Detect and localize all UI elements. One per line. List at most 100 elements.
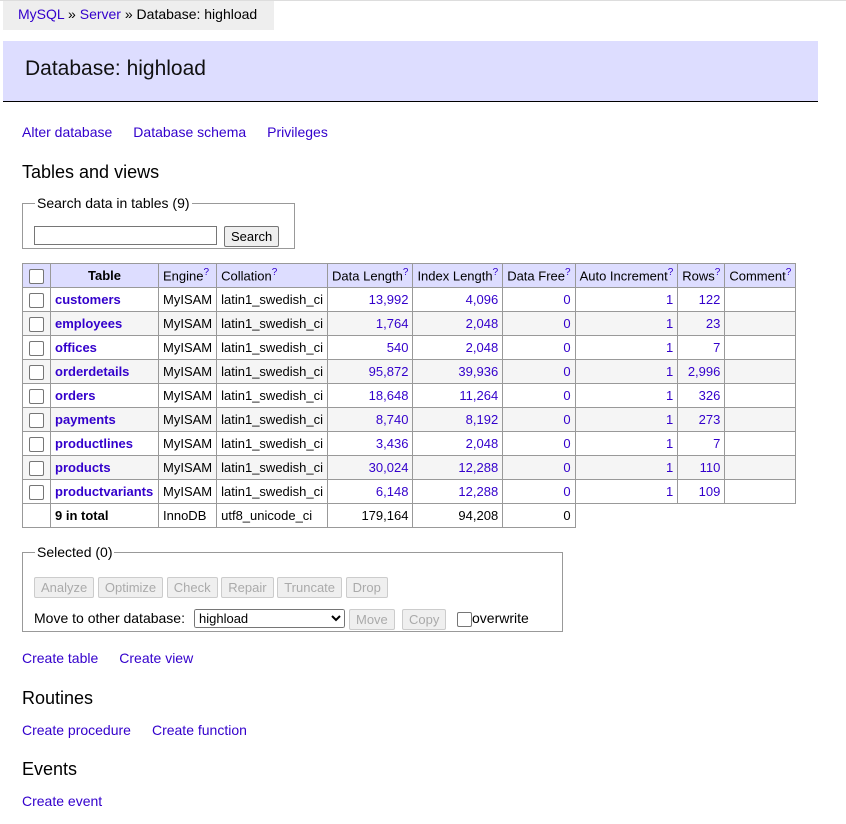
help-link[interactable]: ? <box>272 267 278 278</box>
table-name-link[interactable]: offices <box>55 340 97 355</box>
search-button[interactable]: Search <box>224 226 280 247</box>
check-button[interactable]: Check <box>166 577 218 598</box>
drop-button[interactable]: Drop <box>345 577 388 598</box>
data-free-link[interactable]: 0 <box>563 316 570 331</box>
data-length-link[interactable]: 95,872 <box>369 364 409 379</box>
row-checkbox[interactable] <box>29 364 44 380</box>
data-free-link[interactable]: 0 <box>563 340 570 355</box>
index-length-link[interactable]: 12,288 <box>458 484 498 499</box>
row-checkbox[interactable] <box>29 436 44 452</box>
rows-link[interactable]: 326 <box>699 388 721 403</box>
data-length-link[interactable]: 1,764 <box>376 316 409 331</box>
data-length-link[interactable]: 6,148 <box>376 484 409 499</box>
help-link[interactable]: ? <box>493 267 499 278</box>
analyze-button[interactable]: Analyze <box>34 577 95 598</box>
row-checkbox[interactable] <box>29 484 44 500</box>
alter-database-link[interactable]: Alter database <box>22 124 112 140</box>
data-length-link[interactable]: 8,740 <box>376 412 409 427</box>
index-length-link[interactable]: 2,048 <box>466 340 499 355</box>
auto-increment-link[interactable]: 1 <box>666 316 673 331</box>
total-engine: InnoDB <box>157 503 218 528</box>
repair-button[interactable]: Repair <box>221 577 274 598</box>
search-legend: Search data in tables (9) <box>37 195 190 211</box>
index-length-link[interactable]: 4,096 <box>466 292 499 307</box>
data-free-link[interactable]: 0 <box>563 484 570 499</box>
row-checkbox[interactable] <box>29 316 44 332</box>
row-checkbox[interactable] <box>29 292 44 308</box>
tables-list: Table Engine? Collation? Data Length? In… <box>22 263 797 528</box>
table-name-link[interactable]: productlines <box>55 436 133 451</box>
data-length-link[interactable]: 13,992 <box>369 292 409 307</box>
routines-heading: Routines <box>22 688 94 708</box>
search-input[interactable] <box>34 226 217 245</box>
rows-link[interactable]: 7 <box>713 340 720 355</box>
privileges-link[interactable]: Privileges <box>267 124 328 140</box>
help-link[interactable]: ? <box>668 267 674 278</box>
data-length-link[interactable]: 30,024 <box>369 460 409 475</box>
auto-increment-link[interactable]: 1 <box>666 484 673 499</box>
select-all-checkbox[interactable] <box>29 268 44 284</box>
index-length-link[interactable]: 8,192 <box>466 412 499 427</box>
help-link[interactable]: ? <box>565 267 571 278</box>
row-checkbox[interactable] <box>29 460 44 476</box>
copy-button[interactable]: Copy <box>402 609 447 630</box>
auto-increment-link[interactable]: 1 <box>666 412 673 427</box>
table-name-link[interactable]: payments <box>55 412 116 427</box>
index-length-link[interactable]: 12,288 <box>458 460 498 475</box>
search-fieldset: Search data in tables (9) Search <box>22 195 295 249</box>
data-free-link[interactable]: 0 <box>563 436 570 451</box>
index-length-link[interactable]: 39,936 <box>458 364 498 379</box>
overwrite-option[interactable]: overwrite <box>457 610 529 627</box>
data-length-link[interactable]: 540 <box>387 340 409 355</box>
auto-increment-link[interactable]: 1 <box>666 460 673 475</box>
rows-link[interactable]: 109 <box>699 484 721 499</box>
overwrite-checkbox[interactable] <box>457 611 472 627</box>
index-length-link[interactable]: 2,048 <box>466 316 499 331</box>
row-checkbox[interactable] <box>29 340 44 356</box>
rows-link[interactable]: 7 <box>713 436 720 451</box>
table-name-link[interactable]: customers <box>55 292 121 307</box>
table-name-link[interactable]: orderdetails <box>55 364 129 379</box>
rows-link[interactable]: 273 <box>699 412 721 427</box>
data-length-link[interactable]: 18,648 <box>369 388 409 403</box>
create-view-link[interactable]: Create view <box>119 650 193 666</box>
data-free-link[interactable]: 0 <box>563 292 570 307</box>
create-function-link[interactable]: Create function <box>152 722 247 738</box>
rows-link[interactable]: 2,996 <box>688 364 721 379</box>
breadcrumb-server[interactable]: Server <box>80 6 121 22</box>
index-length-link[interactable]: 11,264 <box>459 388 498 403</box>
database-schema-link[interactable]: Database schema <box>133 124 246 140</box>
move-button[interactable]: Move <box>349 609 395 630</box>
help-link[interactable]: ? <box>203 267 209 278</box>
optimize-button[interactable]: Optimize <box>97 577 164 598</box>
rows-link[interactable]: 122 <box>699 292 721 307</box>
index-length-link[interactable]: 2,048 <box>466 436 499 451</box>
rows-link[interactable]: 23 <box>706 316 720 331</box>
table-name-link[interactable]: employees <box>55 316 122 331</box>
help-link[interactable]: ? <box>403 267 409 278</box>
table-name-link[interactable]: productvariants <box>55 484 153 499</box>
truncate-button[interactable]: Truncate <box>277 577 343 598</box>
auto-increment-link[interactable]: 1 <box>666 340 673 355</box>
create-table-link[interactable]: Create table <box>22 650 98 666</box>
breadcrumb-mysql[interactable]: MySQL <box>18 6 64 22</box>
create-event-link[interactable]: Create event <box>22 793 102 809</box>
table-name-link[interactable]: products <box>55 460 111 475</box>
row-checkbox[interactable] <box>29 388 44 404</box>
auto-increment-link[interactable]: 1 <box>666 388 673 403</box>
help-link[interactable]: ? <box>715 267 721 278</box>
data-free-link[interactable]: 0 <box>563 388 570 403</box>
rows-link[interactable]: 110 <box>700 460 721 475</box>
help-link[interactable]: ? <box>786 267 792 278</box>
row-checkbox[interactable] <box>29 412 44 428</box>
data-free-link[interactable]: 0 <box>563 460 570 475</box>
target-database-select[interactable]: highload <box>194 609 345 628</box>
create-procedure-link[interactable]: Create procedure <box>22 722 131 738</box>
auto-increment-link[interactable]: 1 <box>666 436 673 451</box>
data-free-link[interactable]: 0 <box>563 364 570 379</box>
auto-increment-link[interactable]: 1 <box>666 364 673 379</box>
table-name-link[interactable]: orders <box>55 388 95 403</box>
data-free-link[interactable]: 0 <box>563 412 570 427</box>
auto-increment-link[interactable]: 1 <box>666 292 673 307</box>
data-length-link[interactable]: 3,436 <box>376 436 409 451</box>
